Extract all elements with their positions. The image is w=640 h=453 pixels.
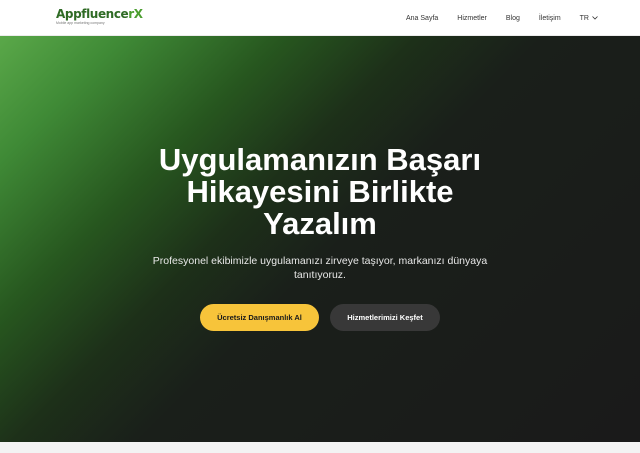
hero-title: Uygulamanızın Başarı Hikayesini Birlikte…: [0, 144, 640, 240]
logo-tagline: Mobile app marketing company: [56, 21, 105, 25]
chevron-down-icon: [592, 16, 598, 20]
hero-title-line: Hikayesini Birlikte: [186, 174, 454, 209]
nav-link-blog[interactable]: Blog: [506, 15, 520, 22]
hero-title-line: Uygulamanızın Başarı: [158, 142, 482, 177]
main-nav: Ana Sayfa Hizmetler Blog İletişim TR: [387, 0, 598, 36]
site-header: AppfluencerX Mobile app marketing compan…: [0, 0, 640, 36]
nav-link-home[interactable]: Ana Sayfa: [406, 15, 438, 22]
free-consultation-button[interactable]: Ücretsiz Danışmanlık Al: [200, 304, 319, 331]
explore-services-button[interactable]: Hizmetlerimizi Keşfet: [330, 304, 440, 331]
language-selector[interactable]: TR: [580, 15, 598, 22]
nav-link-services[interactable]: Hizmetler: [457, 15, 487, 22]
logo-wordmark: AppfluencerX: [56, 7, 143, 21]
next-section-edge: [0, 442, 640, 453]
hero-title-line: Yazalım: [263, 206, 377, 241]
hero-subtitle: Profesyonel ekibimizle uygulamanızı zirv…: [152, 255, 488, 281]
nav-link-contact[interactable]: İletişim: [539, 15, 561, 22]
logo[interactable]: AppfluencerX Mobile app marketing compan…: [56, 7, 143, 28]
page: AppfluencerX Mobile app marketing compan…: [0, 0, 640, 453]
hero-section: Uygulamanızın Başarı Hikayesini Birlikte…: [0, 36, 640, 442]
language-label: TR: [579, 14, 589, 22]
